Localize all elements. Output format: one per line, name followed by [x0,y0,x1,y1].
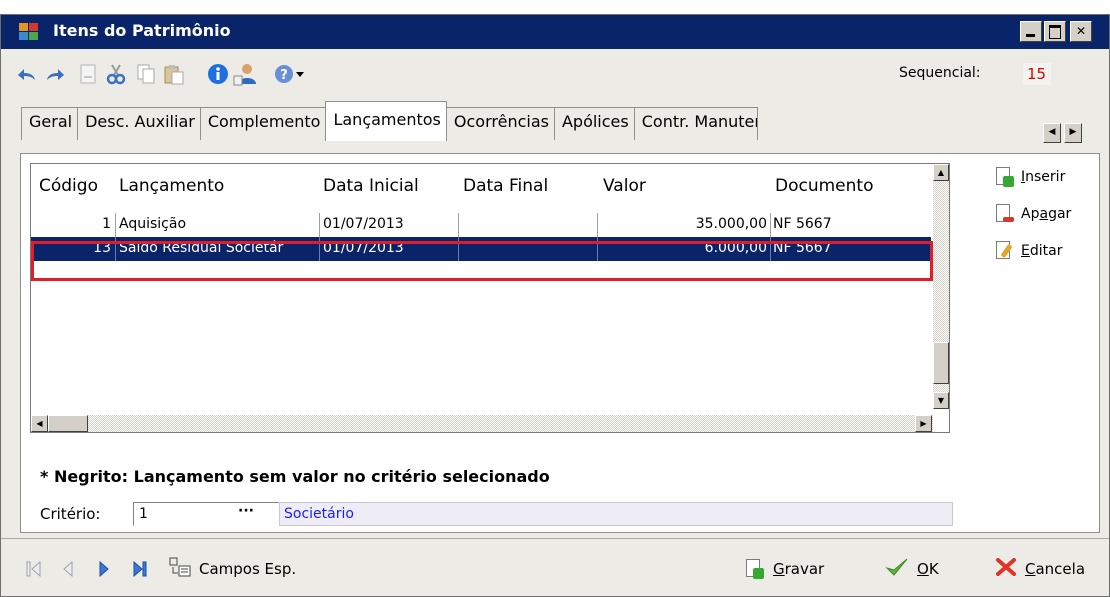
cancela-button[interactable]: Cancela [995,557,1085,581]
cell-documento: NF 5667 [773,216,832,232]
cut-icon[interactable] [103,61,129,87]
editar-label: Editar [1021,243,1063,259]
column-header-lancamento[interactable]: Lançamento [119,176,224,196]
scroll-left-button[interactable]: ◀ [31,415,48,432]
window: Itens do Patrimônio ✕ ? Sequencial: 15 G… [0,14,1110,597]
next-record-icon[interactable] [93,558,115,580]
window-title: Itens do Patrimônio [53,21,231,40]
campos-esp-label: Campos Esp. [199,560,297,578]
criterio-label: Critério: [40,505,101,523]
sequencial-value: 15 [1023,63,1051,85]
title-bar[interactable]: Itens do Patrimônio ✕ [1,15,1109,49]
tab-scroll-right-button[interactable]: ▶ [1064,123,1082,143]
scroll-right-button[interactable]: ▶ [915,415,932,432]
cancela-label: Cancela [1025,560,1086,578]
campos-esp-icon [169,557,191,581]
user-icon[interactable] [233,61,259,87]
tab-geral[interactable]: Geral [21,107,79,140]
copy-icon[interactable] [133,61,159,87]
inserir-button[interactable]: Inserir [993,164,1065,190]
horizontal-scroll-thumb[interactable] [48,415,88,432]
selection-highlight-annotation [31,241,933,281]
cell-valor: 35.000,00 [695,216,767,232]
inserir-label: Inserir [1021,169,1066,185]
column-header-documento[interactable]: Documento [775,176,873,196]
gravar-label: Gravar [773,560,825,578]
criterio-description: Societário [279,502,953,526]
previous-record-icon[interactable] [57,558,79,580]
maximize-button[interactable] [1044,21,1066,42]
apagar-label: Apagar [1021,206,1072,222]
horizontal-scrollbar[interactable]: ◀ ▶ [31,415,933,432]
bold-legend-note: * Negrito: Lançamento sem valor no crité… [40,467,550,486]
apagar-button[interactable]: Apagar [993,201,1071,227]
editar-button[interactable]: Editar [993,238,1062,264]
info-icon[interactable] [205,61,231,87]
scroll-thumb[interactable] [933,342,949,384]
ok-label: OK [917,560,939,578]
minimize-button[interactable] [1020,21,1042,42]
tab-ocorrencias[interactable]: Ocorrências [445,107,555,140]
delete-icon [993,203,1015,225]
lancamentos-panel: Código Lançamento Data Inicial Data Fina… [20,153,1100,533]
last-record-icon[interactable] [129,558,151,580]
toolbar: ? Sequencial: 15 [1,51,1109,97]
tab-desc-auxiliar[interactable]: Desc. Auxiliar [77,107,201,140]
redo-icon[interactable] [43,61,69,87]
edit-icon [993,240,1015,262]
new-document-icon[interactable] [75,61,101,87]
table-row[interactable]: 1 Aquisição 01/07/2013 35.000,00 NF 5667 [31,213,931,237]
svg-text:?: ? [280,68,288,83]
save-icon [743,558,765,580]
tab-scroll-left-button[interactable]: ◀ [1043,123,1061,143]
scroll-down-button[interactable]: ▼ [933,392,949,409]
undo-icon[interactable] [13,61,39,87]
close-button[interactable]: ✕ [1070,21,1092,42]
tab-apolices[interactable]: Apólices [553,107,635,140]
tab-complemento[interactable]: Complemento [199,107,327,140]
gravar-button[interactable]: Gravar [743,557,824,581]
check-icon [885,557,909,581]
column-header-codigo[interactable]: Código [39,176,98,196]
app-icon [19,23,39,41]
insert-icon [993,166,1015,188]
criterio-lookup-button[interactable]: ··· [231,504,261,524]
grid-header: Código Lançamento Data Inicial Data Fina… [31,164,931,206]
cell-lancamento: Aquisição [119,216,187,232]
lancamentos-grid[interactable]: Código Lançamento Data Inicial Data Fina… [30,163,950,433]
campos-esp-button[interactable]: Campos Esp. [169,557,296,581]
bottom-bar: Campos Esp. Gravar OK Cancela [1,538,1109,596]
scroll-up-button[interactable]: ▲ [933,164,949,181]
first-record-icon[interactable] [23,558,45,580]
tab-bar: Geral Desc. Auxiliar Complemento Lançame… [21,101,758,141]
sequencial-label: Sequencial: [899,65,981,81]
column-header-data-inicial[interactable]: Data Inicial [323,176,419,196]
cancel-x-icon [995,557,1017,581]
cell-data-inicial: 01/07/2013 [323,216,404,232]
vertical-scrollbar[interactable]: ▲ ▼ [933,164,949,409]
column-header-data-final[interactable]: Data Final [463,176,548,196]
column-header-valor[interactable]: Valor [603,176,646,196]
tab-lancamentos[interactable]: Lançamentos [325,101,447,141]
ok-button[interactable]: OK [885,557,939,581]
tab-contr-manutencao[interactable]: Contr. Manutençã [633,107,758,140]
dropdown-arrow-icon[interactable] [293,61,307,87]
paste-icon[interactable] [161,61,187,87]
cell-codigo: 1 [102,216,111,232]
